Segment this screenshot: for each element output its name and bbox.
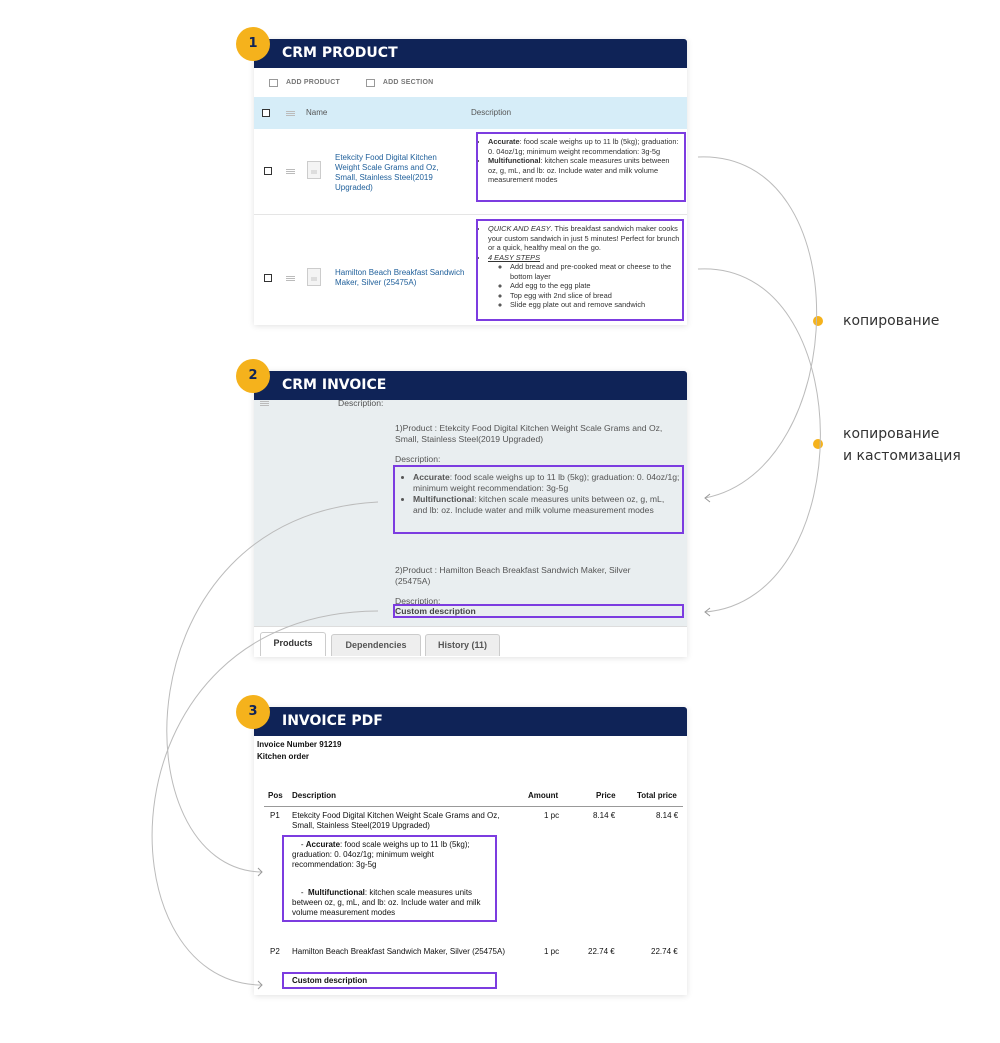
connector-pdf-2 bbox=[151, 610, 379, 986]
connector-copy bbox=[697, 156, 818, 499]
step-badge-3: 3 bbox=[236, 695, 270, 729]
connector-pdf-1 bbox=[166, 501, 379, 873]
step-badge-1: 1 bbox=[236, 27, 270, 61]
highlight-custom-description bbox=[393, 604, 684, 618]
highlight-description-1 bbox=[476, 132, 686, 202]
highlight-pdf-description bbox=[282, 835, 497, 922]
highlight-pdf-custom bbox=[282, 972, 497, 989]
highlight-description-2 bbox=[476, 219, 684, 321]
step-badge-2: 2 bbox=[236, 359, 270, 393]
highlight-invoice-description bbox=[393, 465, 684, 534]
connector-copy-custom bbox=[697, 268, 821, 613]
